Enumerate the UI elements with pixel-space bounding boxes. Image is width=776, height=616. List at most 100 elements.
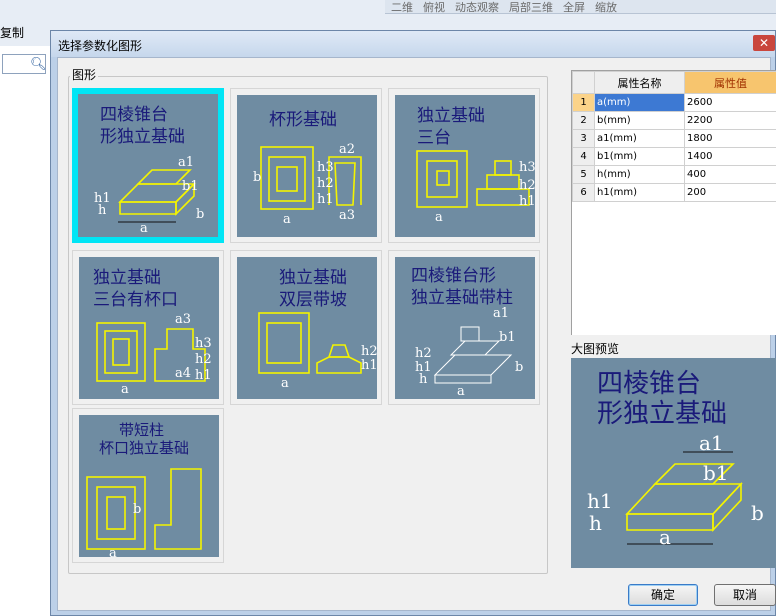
shape-caption-line2: 三台有杯口 [93, 290, 178, 310]
cup-foundation-thumbnail: 杯形基础 b a a2 a3 h3 h2 h1 [253, 110, 362, 227]
three-step-cup-thumbnail: 独立基础 三台有杯口 a a3 a4 h3 h2 h1 [93, 268, 212, 397]
svg-text:h1: h1 [195, 368, 212, 383]
svg-text:h2: h2 [415, 346, 432, 361]
corner-header [572, 71, 595, 94]
large-preview-drawing: 四棱锥台 形独立基础 a a1 b1 b h1 h [587, 369, 764, 549]
cancel-button[interactable]: 取消 [714, 584, 776, 606]
svg-text:a: a [457, 384, 465, 399]
svg-text:h: h [419, 372, 428, 387]
property-name: h(mm) [594, 165, 685, 184]
shape-caption-line2: 双层带坡 [279, 290, 347, 310]
shape-caption-line2: 形独立基础 [100, 127, 185, 147]
property-name: a1(mm) [594, 129, 685, 148]
shape-caption-line1: 四棱锥台形 [411, 266, 496, 286]
property-value[interactable]: 200 [684, 183, 776, 202]
svg-text:a3: a3 [175, 312, 191, 327]
preview-caption-line2: 形独立基础 [597, 399, 727, 429]
property-name: b(mm) [594, 111, 685, 130]
property-value[interactable]: 400 [684, 165, 776, 184]
shape-caption-line1: 独立基础 [417, 106, 485, 126]
large-preview: 四棱锥台 形独立基础 a a1 b1 b h1 h [571, 358, 776, 568]
property-name: b1(mm) [594, 147, 685, 166]
svg-text:h2: h2 [195, 352, 212, 367]
shape-card-frustum-with-column[interactable]: 四棱锥台形 独立基础带柱 a a1 b1 b h2 h1 h [388, 250, 540, 405]
copy-button[interactable]: 复制 [0, 24, 24, 41]
shape-card-pyramid-frustum[interactable]: 四棱锥台 形独立基础 a a1 b1 b h1 h [72, 88, 224, 243]
dim-b1: b1 [703, 461, 729, 485]
row-index: 3 [572, 129, 595, 148]
svg-text:h3: h3 [519, 160, 535, 175]
svg-text:a1: a1 [178, 155, 194, 170]
dialog-titlebar: 选择参数化图形 ✕ [51, 31, 775, 57]
svg-text:a1: a1 [493, 306, 509, 321]
svg-text:h3: h3 [317, 160, 334, 175]
close-icon[interactable]: ✕ [753, 35, 775, 51]
svg-text:a: a [281, 376, 289, 391]
svg-text:a3: a3 [339, 208, 355, 223]
shape-card-three-step-cup[interactable]: 独立基础 三台有杯口 a a3 a4 h3 h2 h1 [72, 250, 224, 405]
svg-text:h1: h1 [519, 194, 535, 209]
shape-card-cup-foundation[interactable]: 杯形基础 b a a2 a3 h3 h2 h1 [230, 88, 382, 243]
toolbar-zoom[interactable]: 缩放 [595, 0, 617, 15]
search-icon[interactable]: 🔍︎ [30, 57, 47, 72]
row-index: 4 [572, 147, 595, 166]
property-value[interactable]: 1800 [684, 129, 776, 148]
frustum-with-column-thumbnail: 四棱锥台形 独立基础带柱 a a1 b1 b h2 h1 h [411, 266, 523, 399]
svg-text:b1: b1 [499, 330, 516, 345]
shape-caption-line2: 杯口独立基础 [99, 439, 189, 457]
dialog-title: 选择参数化图形 [58, 39, 143, 53]
toolbar-2d[interactable]: 二维 [391, 0, 413, 15]
svg-text:h: h [98, 203, 107, 218]
svg-text:a: a [140, 221, 148, 236]
svg-text:h2: h2 [519, 178, 535, 193]
svg-text:a4: a4 [175, 366, 191, 381]
toolbar-top-view[interactable]: 俯视 [423, 0, 445, 15]
property-value[interactable]: 1400 [684, 147, 776, 166]
row-index: 2 [572, 111, 595, 130]
shape-caption-line1: 独立基础 [93, 268, 161, 288]
row-index: 1 [572, 93, 595, 112]
three-step-thumbnail: 独立基础 三台 a h3 h2 h1 [416, 106, 535, 225]
svg-text:h1: h1 [317, 192, 334, 207]
property-row[interactable]: 4 b1(mm) 1400 [572, 147, 776, 166]
property-row[interactable]: 5 h(mm) 400 [572, 165, 776, 184]
ok-button[interactable]: 确定 [628, 584, 698, 606]
svg-text:b: b [515, 360, 523, 375]
shape-card-three-step[interactable]: 独立基础 三台 a h3 h2 h1 [388, 88, 540, 243]
view-toolbar: 二维 俯视 动态观察 局部三维 全屏 缩放 [385, 0, 776, 14]
svg-text:h3: h3 [195, 336, 212, 351]
toolbar-local-3d[interactable]: 局部三维 [509, 0, 553, 15]
shape-card-short-column-cup[interactable]: 带短柱 杯口独立基础 a b [72, 408, 224, 563]
property-row[interactable]: 2 b(mm) 2200 [572, 111, 776, 130]
col-header-name: 属性名称 [594, 71, 685, 94]
row-index: 5 [572, 165, 595, 184]
shape-caption-line1: 带短柱 [119, 421, 164, 439]
dim-b: b [751, 501, 764, 525]
svg-text:a: a [283, 212, 291, 227]
property-value[interactable]: 2200 [684, 111, 776, 130]
property-row[interactable]: 6 h1(mm) 200 [572, 183, 776, 202]
col-header-value: 属性值 [684, 71, 776, 94]
svg-text:a: a [109, 546, 117, 557]
pyramid-frustum-thumbnail: 四棱锥台 形独立基础 a a1 b1 b h1 h [94, 105, 204, 236]
svg-text:h2: h2 [361, 344, 377, 359]
dim-a: a [659, 525, 671, 549]
toolbar-fullscreen[interactable]: 全屏 [563, 0, 585, 15]
background-left-panel [0, 46, 51, 616]
svg-text:h1: h1 [361, 358, 377, 373]
svg-text:b: b [133, 502, 141, 517]
property-value[interactable]: 2600 [684, 93, 776, 112]
svg-text:h2: h2 [317, 176, 334, 191]
dim-h1: h1 [587, 489, 613, 513]
dim-h: h [589, 511, 602, 535]
preview-label: 大图预览 [571, 342, 620, 356]
double-slope-thumbnail: 独立基础 双层带坡 a h2 h1 [258, 268, 377, 391]
shape-card-double-slope[interactable]: 独立基础 双层带坡 a h2 h1 [230, 250, 382, 405]
shape-caption-line1: 四棱锥台 [100, 105, 168, 125]
shape-caption-line2: 三台 [417, 128, 451, 148]
property-row[interactable]: 1 a(mm) 2600 [572, 93, 776, 112]
toolbar-orbit[interactable]: 动态观察 [455, 0, 499, 15]
dim-a1: a1 [699, 431, 724, 455]
property-row[interactable]: 3 a1(mm) 1800 [572, 129, 776, 148]
svg-text:a2: a2 [339, 142, 355, 157]
